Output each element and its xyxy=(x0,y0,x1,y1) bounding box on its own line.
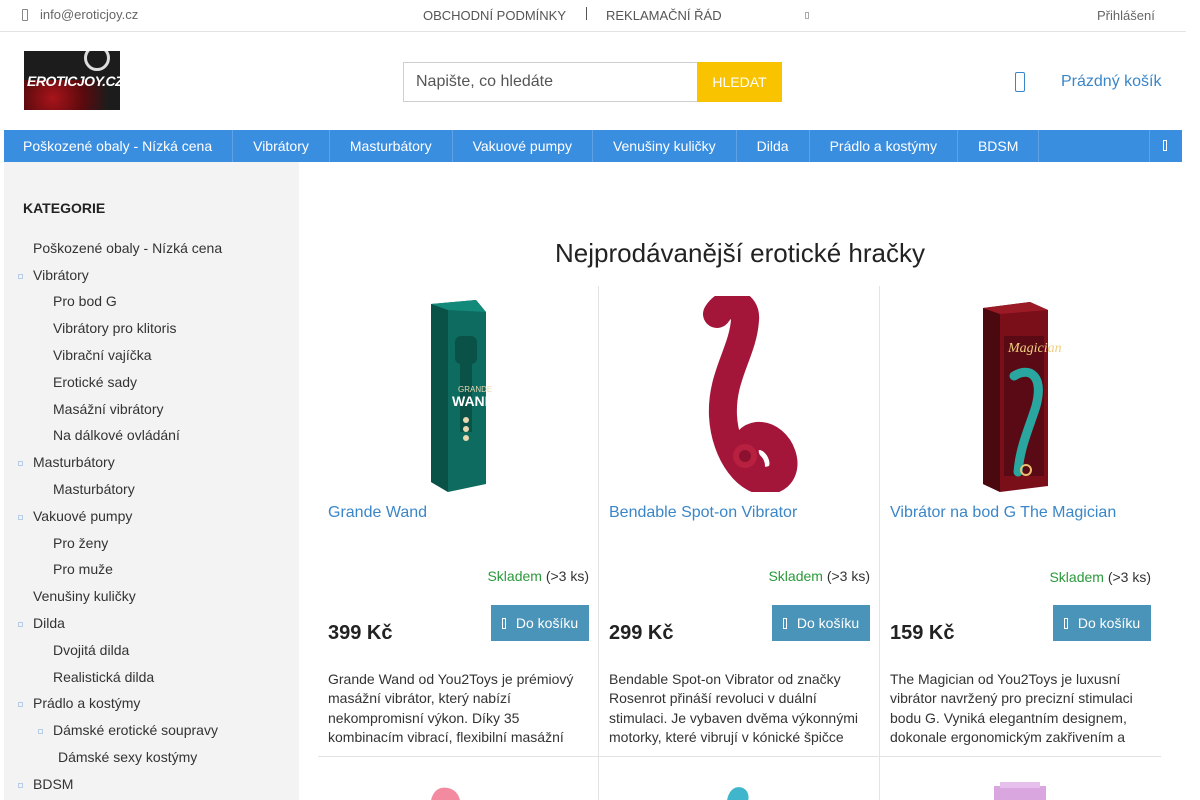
sidebar: KATEGORIE Poškozené obaly - Nízká cena V… xyxy=(4,162,299,800)
svg-text:Magician: Magician xyxy=(1007,341,1062,356)
search-bar: HLEDAT xyxy=(403,62,782,102)
product-name[interactable]: Vibrátor na bod G The Magician xyxy=(890,504,1116,522)
divider xyxy=(318,756,1161,757)
product-image[interactable] xyxy=(880,770,1161,800)
nav-item-venus-balls[interactable]: Venušiny kuličky xyxy=(593,130,737,162)
sidebar-item[interactable]: Venušiny kuličky xyxy=(33,588,136,604)
page-title: Nejprodávanější erotické hračky xyxy=(555,238,925,268)
nav-item-dildos[interactable]: Dilda xyxy=(737,130,810,162)
sidebar-subitem[interactable]: Dvojitá dilda xyxy=(53,642,129,658)
product-grid: GRANDE WAND Grande Wand Skladem (>3 ks) … xyxy=(318,286,1161,800)
stock-status: Skladem (>3 ks) xyxy=(768,568,870,584)
stock-status: Skladem (>3 ks) xyxy=(1049,569,1151,585)
search-button[interactable]: HLEDAT xyxy=(697,62,782,102)
main-nav: Poškozené obaly - Nízká cena Vibrátory M… xyxy=(4,130,1182,162)
logo[interactable]: EROTICJOY.CZ xyxy=(24,51,120,110)
cart-icon[interactable] xyxy=(1015,72,1025,92)
product-price: 159 Kč xyxy=(890,622,955,644)
product-image[interactable]: GRANDE WAND xyxy=(318,296,599,492)
sidebar-subitem[interactable]: Vibrační vajíčka xyxy=(53,347,152,363)
product-image[interactable]: Magician xyxy=(880,296,1161,492)
sidebar-subitem[interactable]: Erotické sady xyxy=(53,374,137,390)
sidebar-subitem[interactable]: Dámské sexy kostýmy xyxy=(58,749,197,765)
logo-text: EROTICJOY.CZ xyxy=(27,73,120,89)
cart-icon xyxy=(501,617,506,629)
sidebar-item[interactable]: Dilda xyxy=(18,615,65,631)
svg-text:WAND: WAND xyxy=(452,393,495,409)
cart-icon xyxy=(782,617,787,629)
sidebar-subitem[interactable]: Pro muže xyxy=(53,561,113,577)
phone-icon xyxy=(22,8,28,21)
sidebar-subitem[interactable]: Masážní vibrátory xyxy=(53,401,163,417)
product-price: 299 Kč xyxy=(609,622,674,644)
logo-circle xyxy=(84,51,110,71)
stock-qty: (>3 ks) xyxy=(1107,569,1151,585)
product-description: Bendable Spot-on Vibrator od značky Rose… xyxy=(609,671,858,746)
add-to-cart-button[interactable]: Do košíku xyxy=(772,605,870,641)
stock-qty: (>3 ks) xyxy=(826,568,870,584)
stock-label: Skladem xyxy=(1049,569,1104,585)
button-label: Do košíku xyxy=(1077,615,1141,631)
add-to-cart-button[interactable]: Do košíku xyxy=(491,605,589,641)
add-to-cart-button[interactable]: Do košíku xyxy=(1053,605,1151,641)
stock-label: Skladem xyxy=(768,568,823,584)
product-card: Bendable Spot-on Vibrator Skladem (>3 ks… xyxy=(599,286,880,756)
product-name[interactable]: Bendable Spot-on Vibrator xyxy=(609,504,797,522)
product-image[interactable] xyxy=(599,770,880,800)
product-price: 399 Kč xyxy=(328,622,393,644)
sidebar-subitem[interactable]: Pro ženy xyxy=(53,535,108,551)
sidebar-heading: KATEGORIE xyxy=(23,200,106,216)
sidebar-subitem[interactable]: Realistická dilda xyxy=(53,669,154,685)
product-name[interactable]: Grande Wand xyxy=(328,504,427,522)
stock-status: Skladem (>3 ks) xyxy=(487,568,589,584)
sidebar-subitem[interactable]: Masturbátory xyxy=(53,481,135,497)
stock-label: Skladem xyxy=(487,568,542,584)
sidebar-item[interactable]: BDSM xyxy=(17,776,73,792)
divider xyxy=(586,7,587,20)
email-contact[interactable]: info@eroticjoy.cz xyxy=(22,7,138,22)
sidebar-item[interactable]: Vibrátory xyxy=(18,267,89,283)
email-text: info@eroticjoy.cz xyxy=(40,7,139,22)
terms-link[interactable]: OBCHODNÍ PODMÍNKY xyxy=(423,8,566,23)
nav-item-damaged[interactable]: Poškozené obaly - Nízká cena xyxy=(4,130,234,162)
nav-item-lingerie[interactable]: Prádlo a kostýmy xyxy=(810,130,958,162)
sidebar-subitem[interactable]: Dámské erotické soupravy xyxy=(38,722,218,738)
nav-more-button[interactable] xyxy=(1149,130,1182,162)
sidebar-subitem[interactable]: Pro bod G xyxy=(53,293,117,309)
stock-qty: (>3 ks) xyxy=(545,568,589,584)
cart-label[interactable]: Prázdný košík xyxy=(1061,73,1161,91)
sidebar-subitem[interactable]: Na dálkové ovládání xyxy=(53,427,180,443)
nav-item-bdsm[interactable]: BDSM xyxy=(958,130,1040,162)
sidebar-item[interactable]: Prádlo a kostýmy xyxy=(17,695,140,711)
flag-icon[interactable] xyxy=(805,12,809,19)
complaints-link[interactable]: REKLAMAČNÍ ŘÁD xyxy=(606,8,722,23)
sidebar-item[interactable]: Vakuové pumpy xyxy=(17,508,132,524)
button-label: Do košíku xyxy=(515,615,579,631)
nav-item-masturbators[interactable]: Masturbátory xyxy=(330,130,453,162)
button-label: Do košíku xyxy=(796,615,860,631)
search-input[interactable] xyxy=(403,62,697,102)
product-card: Magician Vibrátor na bod G The Magician … xyxy=(880,286,1161,756)
sidebar-item[interactable]: Poškozené obaly - Nízká cena xyxy=(33,240,222,256)
login-link[interactable]: Přihlášení xyxy=(1097,8,1155,23)
sidebar-item[interactable]: Masturbátory xyxy=(18,454,115,470)
nav-item-vibrators[interactable]: Vibrátory xyxy=(233,130,330,162)
sidebar-subitem[interactable]: Vibrátory pro klitoris xyxy=(53,320,176,336)
product-image[interactable] xyxy=(599,296,880,492)
top-bar: info@eroticjoy.cz OBCHODNÍ PODMÍNKY REKL… xyxy=(0,0,1186,32)
product-description: Grande Wand od You2Toys je prémiový masá… xyxy=(328,671,574,746)
product-image[interactable] xyxy=(318,770,599,800)
product-description: The Magician od You2Toys je luxusní vibr… xyxy=(890,671,1133,746)
product-card: GRANDE WAND Grande Wand Skladem (>3 ks) … xyxy=(318,286,599,756)
chevron-down-icon xyxy=(1163,140,1167,151)
nav-item-vacuum-pumps[interactable]: Vakuové pumpy xyxy=(453,130,593,162)
cart-icon xyxy=(1063,617,1068,629)
